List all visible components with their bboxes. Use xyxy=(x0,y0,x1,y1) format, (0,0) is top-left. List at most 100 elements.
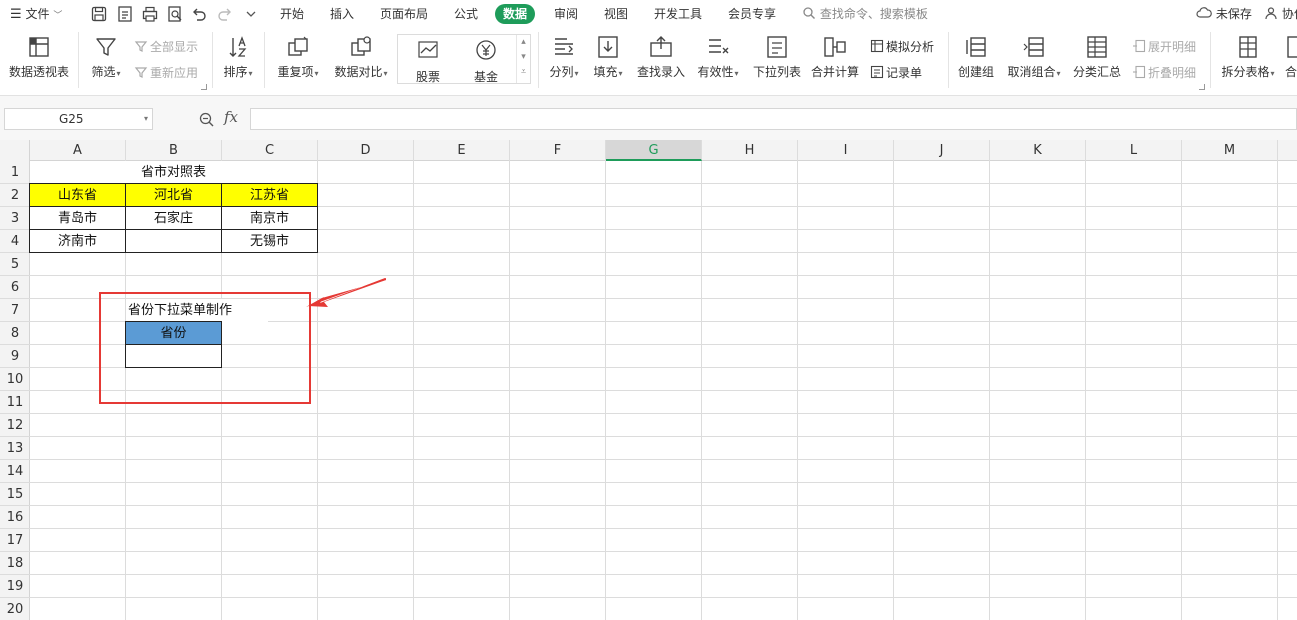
more-icon[interactable]: ⩡ xyxy=(517,65,530,80)
dropdown-list-button[interactable]: 下拉列表 xyxy=(752,34,802,79)
tab-insert[interactable]: 插入 xyxy=(330,4,354,24)
fund-button[interactable]: 基金 xyxy=(460,39,512,85)
row-header[interactable]: 20 xyxy=(0,598,30,620)
province-header-cell[interactable]: 江苏省 xyxy=(221,183,318,207)
collapse-detail-button[interactable]: 折叠明细 xyxy=(1132,64,1196,82)
column-header[interactable]: F xyxy=(510,140,606,161)
chevron-up-icon[interactable]: ▴ xyxy=(517,35,530,50)
row-header[interactable]: 7 xyxy=(0,299,30,322)
lookup-entry-button[interactable]: 查找录入 xyxy=(636,34,686,79)
row-header[interactable]: 17 xyxy=(0,529,30,552)
row-header[interactable]: 18 xyxy=(0,552,30,575)
row-header[interactable]: 12 xyxy=(0,414,30,437)
unsaved-status[interactable]: 未保存 xyxy=(1196,4,1252,24)
row-header[interactable]: 4 xyxy=(0,230,30,253)
column-header[interactable]: J xyxy=(894,140,990,161)
print-preview-icon[interactable] xyxy=(166,5,184,23)
column-header[interactable]: K xyxy=(990,140,1086,161)
sheet-title-cell[interactable]: 省市对照表 xyxy=(30,161,318,184)
province-header-cell[interactable]: 河北省 xyxy=(125,183,222,207)
print-icon[interactable] xyxy=(141,5,159,23)
expand-detail-button[interactable]: 展开明细 xyxy=(1132,38,1196,56)
merge-table-button[interactable]: 合 xyxy=(1284,34,1297,79)
ungroup-button[interactable]: 取消组合▾ xyxy=(1004,34,1064,81)
column-header[interactable]: C xyxy=(222,140,318,161)
save-icon[interactable] xyxy=(90,5,108,23)
command-search[interactable]: 查找命令、搜索模板 xyxy=(802,4,928,24)
reapply-button[interactable]: 重新应用 xyxy=(134,64,198,82)
tab-formulas[interactable]: 公式 xyxy=(454,4,478,24)
column-header[interactable]: H xyxy=(702,140,798,161)
row-header[interactable]: 11 xyxy=(0,391,30,414)
column-header[interactable]: L xyxy=(1086,140,1182,161)
column-header[interactable]: M xyxy=(1182,140,1278,161)
tab-developer[interactable]: 开发工具 xyxy=(654,4,702,24)
formula-input[interactable] xyxy=(250,108,1297,130)
name-box[interactable]: G25 ▾ xyxy=(4,108,153,130)
row-header[interactable]: 14 xyxy=(0,460,30,483)
column-header[interactable]: B xyxy=(126,140,222,161)
row-header[interactable]: 16 xyxy=(0,506,30,529)
function-icon[interactable]: fx xyxy=(224,108,238,126)
redo-icon[interactable] xyxy=(216,5,234,23)
collaborate-button[interactable]: 协作 xyxy=(1264,4,1297,24)
column-header[interactable]: D xyxy=(318,140,414,161)
column-header[interactable]: A xyxy=(30,140,126,161)
row-header[interactable]: 9 xyxy=(0,345,30,368)
chevron-down-icon[interactable]: ▾ xyxy=(517,50,530,65)
stock-button[interactable]: 股票 xyxy=(402,39,454,85)
zoom-icon[interactable] xyxy=(198,111,216,129)
tab-home[interactable]: 开始 xyxy=(280,4,304,24)
duplicates-button[interactable]: 重复项▾ xyxy=(274,34,322,81)
row-header[interactable]: 19 xyxy=(0,575,30,598)
column-header[interactable]: E xyxy=(414,140,510,161)
row-header[interactable]: 5 xyxy=(0,253,30,276)
city-cell[interactable]: 南京市 xyxy=(221,206,318,230)
tab-view[interactable]: 视图 xyxy=(604,4,628,24)
create-group-button[interactable]: 创建组 xyxy=(956,34,996,79)
row-header[interactable]: 3 xyxy=(0,207,30,230)
city-cell[interactable]: 济南市 xyxy=(29,229,126,253)
column-header[interactable]: I xyxy=(798,140,894,161)
row-header[interactable]: 13 xyxy=(0,437,30,460)
what-if-analysis-button[interactable]: 模拟分析 xyxy=(870,38,934,56)
city-cell[interactable] xyxy=(125,229,222,253)
consolidate-button[interactable]: 合并计算 xyxy=(810,34,860,79)
row-header[interactable]: 10 xyxy=(0,368,30,391)
subtotal-button[interactable]: 分类汇总 xyxy=(1072,34,1122,79)
data-validation-button[interactable]: 有效性▾ xyxy=(694,34,742,81)
select-all-corner[interactable] xyxy=(0,140,30,161)
undo-icon[interactable] xyxy=(190,5,208,23)
tab-data[interactable]: 数据 xyxy=(495,4,536,24)
text-to-columns-button[interactable]: 分列▾ xyxy=(546,34,582,81)
sort-button[interactable]: 排序▾ xyxy=(220,34,256,81)
column-header-selected[interactable]: G xyxy=(606,140,702,161)
file-menu[interactable]: ☰ 文件 ﹀ xyxy=(10,4,62,24)
record-form-button[interactable]: 记录单 xyxy=(870,64,922,82)
filter-dialog-launcher[interactable] xyxy=(201,84,207,90)
province-header-cell[interactable]: 山东省 xyxy=(29,183,126,207)
gallery-scrollbar[interactable]: ▴ ▾ ⩡ xyxy=(516,35,530,83)
export-pdf-icon[interactable] xyxy=(116,5,134,23)
row-header[interactable]: 1 xyxy=(0,161,30,184)
row-header[interactable]: 2 xyxy=(0,184,30,207)
row-header[interactable]: 15 xyxy=(0,483,30,506)
show-all-button[interactable]: 全部显示 xyxy=(134,38,198,56)
row-header[interactable]: 8 xyxy=(0,322,30,345)
chevron-down-icon[interactable]: ▾ xyxy=(144,109,148,129)
city-cell[interactable]: 青岛市 xyxy=(29,206,126,230)
pivot-table-button[interactable]: 数据透视表 xyxy=(8,34,70,79)
fill-button[interactable]: 填充▾ xyxy=(590,34,626,81)
filter-button[interactable]: 筛选▾ xyxy=(88,34,124,81)
split-table-button[interactable]: 拆分表格▾ xyxy=(1218,34,1278,81)
outline-dialog-launcher[interactable] xyxy=(1199,84,1205,90)
cell-area[interactable]: 省市对照表 山东省 河北省 江苏省 青岛市 石家庄 南京市 济南市 无锡市 省份… xyxy=(29,161,1297,620)
row-header[interactable]: 6 xyxy=(0,276,30,299)
data-compare-button[interactable]: 数据对比▾ xyxy=(332,34,390,81)
customize-toolbar-icon[interactable] xyxy=(242,5,260,23)
city-cell[interactable]: 石家庄 xyxy=(125,206,222,230)
tab-page-layout[interactable]: 页面布局 xyxy=(380,4,428,24)
tab-review[interactable]: 审阅 xyxy=(554,4,578,24)
city-cell[interactable]: 无锡市 xyxy=(221,229,318,253)
tab-member[interactable]: 会员专享 xyxy=(728,4,776,24)
